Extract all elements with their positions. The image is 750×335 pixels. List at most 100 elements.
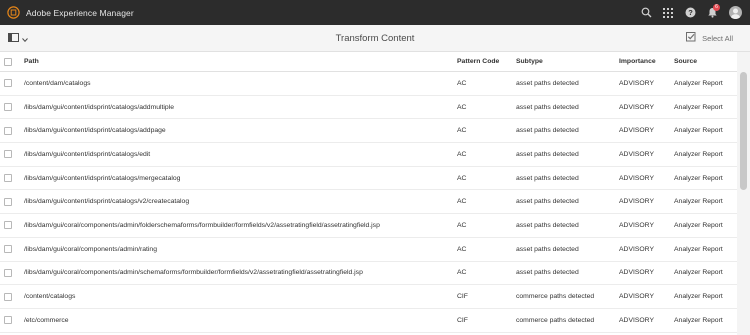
cell-importance: ADVISORY [619, 174, 655, 182]
cell-pattern-code: AC [457, 79, 467, 87]
cell-subtype: commerce paths detected [516, 316, 595, 324]
cell-source: Analyzer Report [674, 79, 723, 87]
cell-path: /content/dam/catalogs [24, 79, 91, 87]
results-table: Path Pattern Code Subtype Importance Sou… [0, 52, 737, 335]
table-row[interactable]: /libs/dam/gui/content/idsprint/catalogs/… [0, 190, 737, 215]
cell-pattern-code: AC [457, 269, 467, 277]
select-all-label: Select All [702, 33, 733, 43]
cell-path: /libs/dam/gui/content/idsprint/catalogs/… [24, 103, 174, 111]
cell-pattern-code: AC [457, 221, 467, 229]
cell-path: /content/catalogs [24, 293, 76, 301]
table-row[interactable]: /libs/dam/gui/coral/components/admin/rat… [0, 238, 737, 262]
cell-subtype: asset paths detected [516, 174, 579, 182]
cell-path: /libs/dam/gui/coral/components/admin/rat… [24, 245, 157, 253]
app-title[interactable]: Adobe Experience Manager [26, 8, 134, 18]
cell-subtype: asset paths detected [516, 245, 579, 253]
table-scrollbar[interactable] [737, 52, 750, 335]
row-select-checkbox[interactable] [4, 245, 12, 254]
cell-path: /etc/commerce [24, 316, 69, 324]
row-select-checkbox[interactable] [4, 103, 12, 112]
cell-importance: ADVISORY [619, 150, 655, 158]
cell-source: Analyzer Report [674, 221, 723, 229]
header-select-checkbox[interactable] [4, 57, 12, 66]
action-bar: Transform Content Select All [0, 25, 750, 52]
row-select-checkbox[interactable] [4, 126, 12, 135]
cell-importance: ADVISORY [619, 221, 655, 229]
cell-source: Analyzer Report [674, 316, 723, 324]
cell-importance: ADVISORY [619, 293, 655, 301]
cell-source: Analyzer Report [674, 293, 723, 301]
cell-pattern-code: AC [457, 103, 467, 111]
cell-pattern-code: AC [457, 174, 467, 182]
select-all-icon [686, 32, 696, 44]
cell-pattern-code: CIF [457, 316, 468, 324]
cell-path: /libs/dam/gui/content/idsprint/catalogs/… [24, 127, 166, 135]
cell-source: Analyzer Report [674, 174, 723, 182]
table-row[interactable]: /libs/dam/gui/content/idsprint/catalogs/… [0, 96, 737, 120]
cell-source: Analyzer Report [674, 103, 723, 111]
cell-path: /libs/dam/gui/coral/components/admin/fol… [24, 221, 380, 229]
row-select-checkbox[interactable] [4, 268, 12, 277]
cell-path: /libs/dam/gui/content/idsprint/catalogs/… [24, 174, 181, 182]
select-all-button[interactable]: Select All [686, 32, 733, 44]
rail-toggle-button[interactable] [6, 28, 30, 48]
cell-path: /libs/dam/gui/content/idsprint/catalogs/… [24, 150, 151, 158]
cell-importance: ADVISORY [619, 316, 655, 324]
table-row[interactable]: /libs/dam/gui/content/idsprint/catalogs/… [0, 119, 737, 144]
column-header-path[interactable]: Path [24, 52, 39, 71]
table-row[interactable]: /libs/dam/gui/coral/components/admin/sch… [0, 262, 737, 286]
cell-subtype: commerce paths detected [516, 293, 595, 301]
chevron-down-icon [22, 29, 28, 47]
cell-pattern-code: AC [457, 245, 467, 253]
column-header-subtype[interactable]: Subtype [516, 52, 543, 71]
search-icon[interactable] [635, 0, 657, 25]
row-select-checkbox[interactable] [4, 292, 12, 301]
user-avatar[interactable] [729, 6, 742, 19]
cell-subtype: asset paths detected [516, 221, 579, 229]
cell-importance: ADVISORY [619, 127, 655, 135]
table-row[interactable]: /libs/dam/gui/coral/components/admin/fol… [0, 214, 737, 238]
column-header-source[interactable]: Source [674, 52, 697, 71]
cell-source: Analyzer Report [674, 127, 723, 135]
cell-subtype: asset paths detected [516, 79, 579, 87]
cell-pattern-code: AC [457, 150, 467, 158]
cell-source: Analyzer Report [674, 198, 723, 206]
shell-header: Adobe Experience Manager ? 6 [0, 0, 750, 25]
table-row[interactable]: /etc/commerce CIF commerce paths detected A… [0, 309, 737, 333]
cell-subtype: asset paths detected [516, 198, 579, 206]
solutions-grid-icon[interactable] [657, 0, 679, 25]
table-row[interactable]: /content/catalogs CIF commerce paths detec… [0, 285, 737, 309]
cell-pattern-code: AC [457, 198, 467, 206]
help-icon[interactable]: ? [679, 0, 701, 25]
table-row[interactable]: /content/dam/catalogs AC asset paths detec… [0, 72, 737, 96]
page-title: Transform Content [335, 33, 415, 44]
cell-importance: ADVISORY [619, 245, 655, 253]
cell-subtype: asset paths detected [516, 150, 579, 158]
table-row[interactable]: /libs/dam/gui/content/idsprint/catalogs/… [0, 167, 737, 191]
cell-pattern-code: CIF [457, 293, 468, 301]
cell-source: Analyzer Report [674, 245, 723, 253]
row-select-checkbox[interactable] [4, 150, 12, 159]
row-select-checkbox[interactable] [4, 197, 12, 206]
cell-importance: ADVISORY [619, 79, 655, 87]
row-select-checkbox[interactable] [4, 79, 12, 88]
cell-importance: ADVISORY [619, 269, 655, 277]
svg-text:?: ? [688, 8, 693, 17]
row-select-checkbox[interactable] [4, 316, 12, 325]
notification-count-badge: 6 [713, 4, 720, 11]
cell-pattern-code: AC [457, 127, 467, 135]
cell-subtype: asset paths detected [516, 127, 579, 135]
table-header: Path Pattern Code Subtype Importance Sou… [0, 52, 737, 72]
table-row[interactable]: /libs/dam/gui/content/idsprint/catalogs/… [0, 143, 737, 167]
cell-subtype: asset paths detected [516, 103, 579, 111]
column-header-pattern-code[interactable]: Pattern Code [457, 52, 499, 71]
notifications-bell-icon[interactable]: 6 [701, 0, 723, 25]
row-select-checkbox[interactable] [4, 174, 12, 183]
aem-logo-icon[interactable] [6, 6, 20, 20]
scrollbar-thumb[interactable] [740, 72, 747, 190]
cell-path: /libs/dam/gui/coral/components/admin/sch… [24, 269, 363, 277]
row-select-checkbox[interactable] [4, 221, 12, 230]
cell-path: /libs/dam/gui/content/idsprint/catalogs/… [24, 198, 190, 206]
cell-subtype: asset paths detected [516, 269, 579, 277]
column-header-importance[interactable]: Importance [619, 52, 656, 71]
